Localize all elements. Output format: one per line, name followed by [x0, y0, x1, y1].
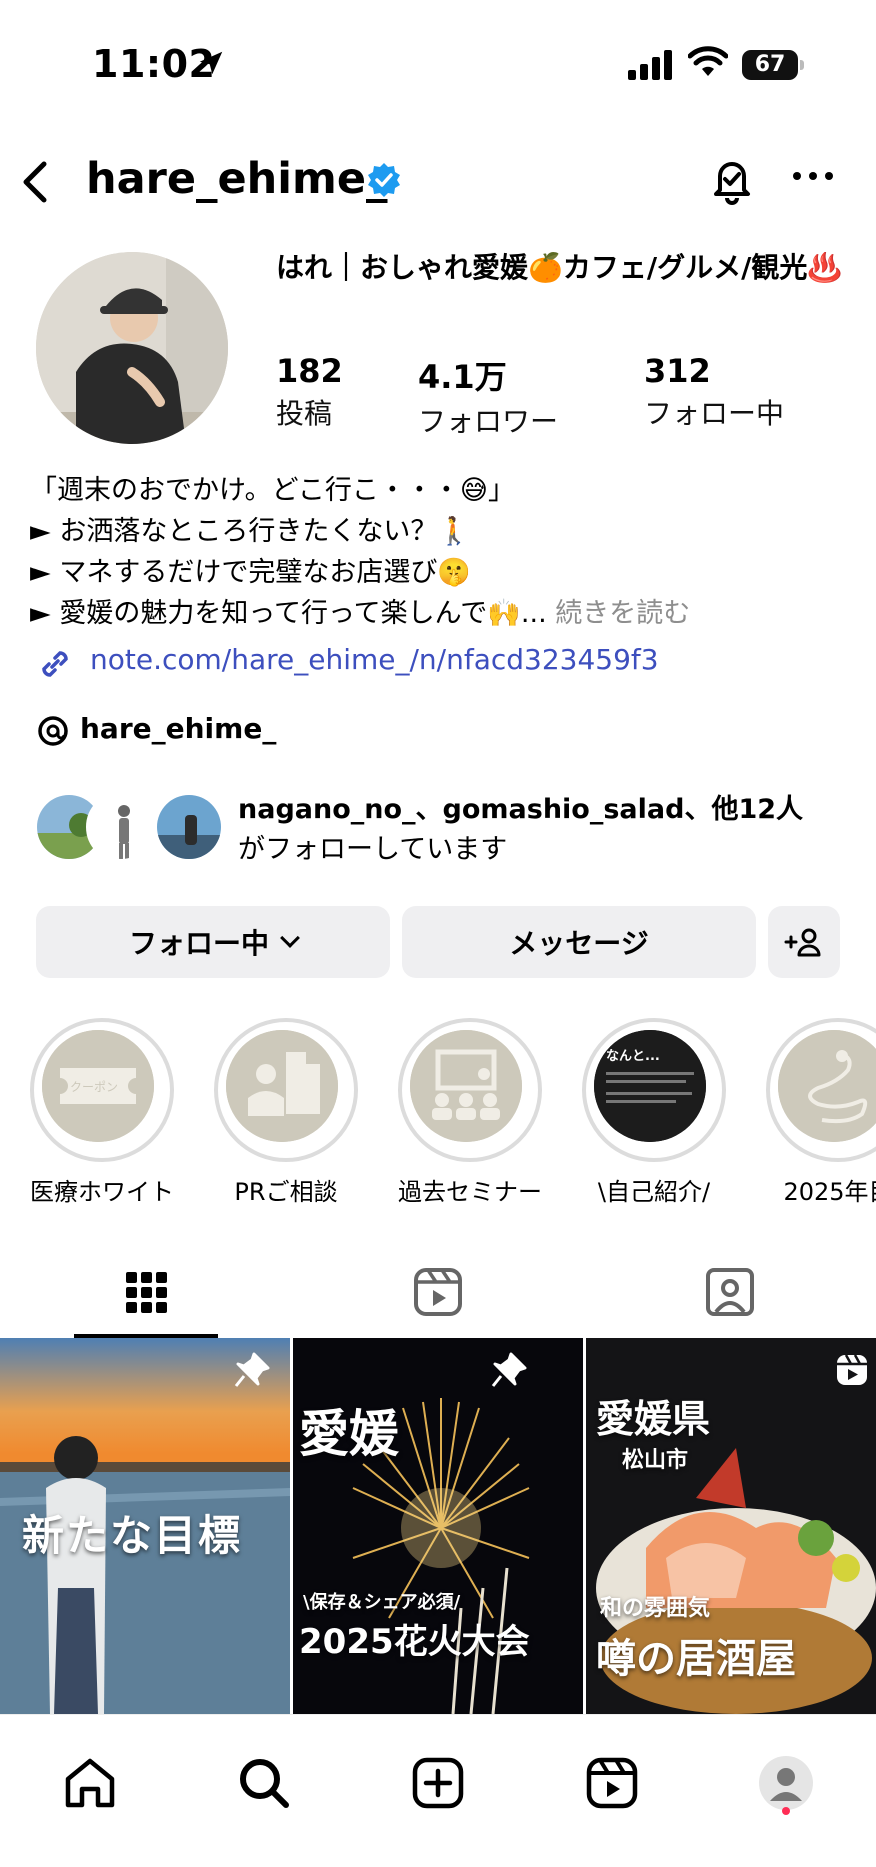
- highlight-item[interactable]: クーポン 医療ホワイト: [22, 1018, 182, 1207]
- highlight-item[interactable]: なんと... \自己紹介/: [574, 1018, 734, 1207]
- add-user-button[interactable]: [768, 906, 840, 978]
- profile-username: hare_ehime_: [86, 154, 388, 204]
- mutual-followers-names: nagano_no_、gomashio_salad、他12人: [238, 794, 804, 825]
- post-thumbnail[interactable]: 愛媛 \保存＆シェア必須/ 2025花火大会: [293, 1338, 583, 1714]
- coupon-label: クーポン: [70, 1080, 118, 1094]
- business-person-icon: [226, 1030, 338, 1142]
- bio-line-text: ► 愛媛の魅力を知って行って楽しんで🙌...: [30, 598, 547, 629]
- profile-avatar[interactable]: [36, 252, 228, 444]
- reel-badge-icon: [837, 1354, 867, 1385]
- highlight-item[interactable]: 2025年目: [758, 1018, 876, 1207]
- highlight-label: \自己紹介/: [597, 1178, 711, 1206]
- highlight-label: 2025年目: [783, 1178, 876, 1206]
- seminar-icon: [410, 1030, 522, 1142]
- notification-dot: [782, 1807, 790, 1815]
- bottom-navigation: [0, 1714, 876, 1867]
- status-bar: 11:02 67: [0, 0, 876, 130]
- followers-count: 4.1万: [418, 358, 507, 396]
- profile-header-bar: hare_ehime_: [0, 140, 876, 220]
- mutual-followers[interactable]: nagano_no_、gomashio_salad、他12人 がフォローしていま…: [34, 790, 854, 870]
- snake-icon: [778, 1030, 876, 1142]
- post-title: 愛媛: [299, 1405, 399, 1463]
- post-subtitle: 松山市: [622, 1448, 689, 1473]
- notification-bell-icon[interactable]: [706, 154, 758, 206]
- stat-posts[interactable]: 182 投稿: [276, 352, 343, 432]
- mutual-followers-suffix: がフォローしています: [238, 834, 508, 865]
- stat-following[interactable]: 312 フォロー中: [644, 352, 784, 432]
- mutual-avatar: [86, 792, 156, 862]
- self-intro-cover: なんと...: [594, 1030, 706, 1142]
- grid-tab-icon[interactable]: [116, 1262, 176, 1322]
- post-subtitle: \保存＆シェア必須/: [303, 1592, 461, 1613]
- highlight-label: 医療ホワイト: [30, 1178, 174, 1206]
- pinned-icon: [491, 1352, 527, 1387]
- stat-followers[interactable]: 4.1万 フォロワー: [418, 352, 558, 440]
- bio-link-text: note.com/hare_ehime_/n/nfacd323459f3: [90, 643, 659, 676]
- wifi-icon: [688, 46, 728, 76]
- battery-level: 67: [754, 52, 786, 77]
- add-user-icon: [784, 928, 821, 957]
- location-arrow-icon: [199, 51, 223, 75]
- post-thumbnail[interactable]: 愛媛県 松山市 和の雰囲気 噂の居酒屋: [586, 1338, 876, 1714]
- profile-display-name: はれ｜おしゃれ愛媛🍊カフェ/グルメ/観光♨️: [276, 251, 843, 284]
- pinned-icon: [234, 1352, 270, 1387]
- highlight-label: PRご相談: [234, 1178, 338, 1206]
- message-button[interactable]: メッセージ: [402, 906, 756, 978]
- post-caption: 2025花火大会: [299, 1622, 530, 1662]
- bio-line: ► お洒落なところ行きたくない？🚶: [30, 516, 471, 547]
- highlight-label: 過去セミナー: [398, 1178, 542, 1206]
- posts-count: 182: [276, 352, 343, 390]
- bio-line-last: ► 愛媛の魅力を知って行って楽しんで🙌... 続きを読む: [30, 593, 850, 634]
- reels-icon[interactable]: [582, 1753, 642, 1813]
- cellular-signal-icon: [628, 50, 672, 80]
- read-more-link[interactable]: 続きを読む: [555, 598, 690, 629]
- back-icon[interactable]: [18, 160, 54, 204]
- mutual-avatar: [154, 792, 224, 862]
- coupon-icon: クーポン: [42, 1030, 154, 1142]
- profile-tab-avatar[interactable]: [756, 1753, 816, 1813]
- mutual-followers-text: nagano_no_、gomashio_salad、他12人 がフォローしていま…: [238, 790, 803, 870]
- following-button-label: フォロー中: [128, 927, 269, 960]
- create-post-icon[interactable]: [408, 1753, 468, 1813]
- post-thumbnail[interactable]: 新たな目標: [0, 1338, 290, 1714]
- bio-line: 「週末のおでかけ。どこ行こ・・・😅」: [30, 475, 515, 506]
- home-icon[interactable]: [60, 1753, 120, 1813]
- self-intro-cover-text: なんと...: [606, 1049, 660, 1064]
- search-icon[interactable]: [234, 1753, 294, 1813]
- threads-username: hare_ehime_: [80, 712, 277, 745]
- link-icon: [42, 651, 68, 677]
- profile-bio: 「週末のおでかけ。どこ行こ・・・😅」 ► お洒落なところ行きたくない？🚶 ► マ…: [30, 470, 850, 634]
- message-button-label: メッセージ: [509, 927, 649, 960]
- following-count: 312: [644, 352, 711, 390]
- more-options-icon[interactable]: [790, 166, 836, 186]
- post-title: 愛媛県: [596, 1397, 711, 1441]
- highlight-item[interactable]: 過去セミナー: [390, 1018, 550, 1207]
- post-title: 新たな目標: [22, 1511, 243, 1560]
- posts-label: 投稿: [276, 397, 333, 430]
- following-button[interactable]: フォロー中: [36, 906, 390, 978]
- post-grid: 新たな目標 愛媛 \保存＆シェア必須/ 2025花火大会 愛媛県 松山市 和の雰…: [0, 1338, 876, 1714]
- tagged-tab-icon[interactable]: [700, 1262, 760, 1322]
- post-caption-small: 和の雰囲気: [600, 1596, 711, 1621]
- profile-tabs: [0, 1248, 876, 1338]
- highlight-item[interactable]: PRご相談: [206, 1018, 366, 1207]
- verified-badge-icon: [368, 163, 400, 197]
- reels-tab-icon[interactable]: [408, 1262, 468, 1322]
- post-caption: 噂の居酒屋: [596, 1636, 796, 1682]
- battery-indicator: 67: [742, 50, 804, 80]
- followers-label: フォロワー: [418, 405, 559, 438]
- following-label: フォロー中: [644, 397, 785, 430]
- chevron-down-icon: [280, 928, 300, 948]
- bio-line: ► マネするだけで完璧なお店選び🤫: [30, 557, 471, 588]
- threads-icon: [38, 716, 68, 746]
